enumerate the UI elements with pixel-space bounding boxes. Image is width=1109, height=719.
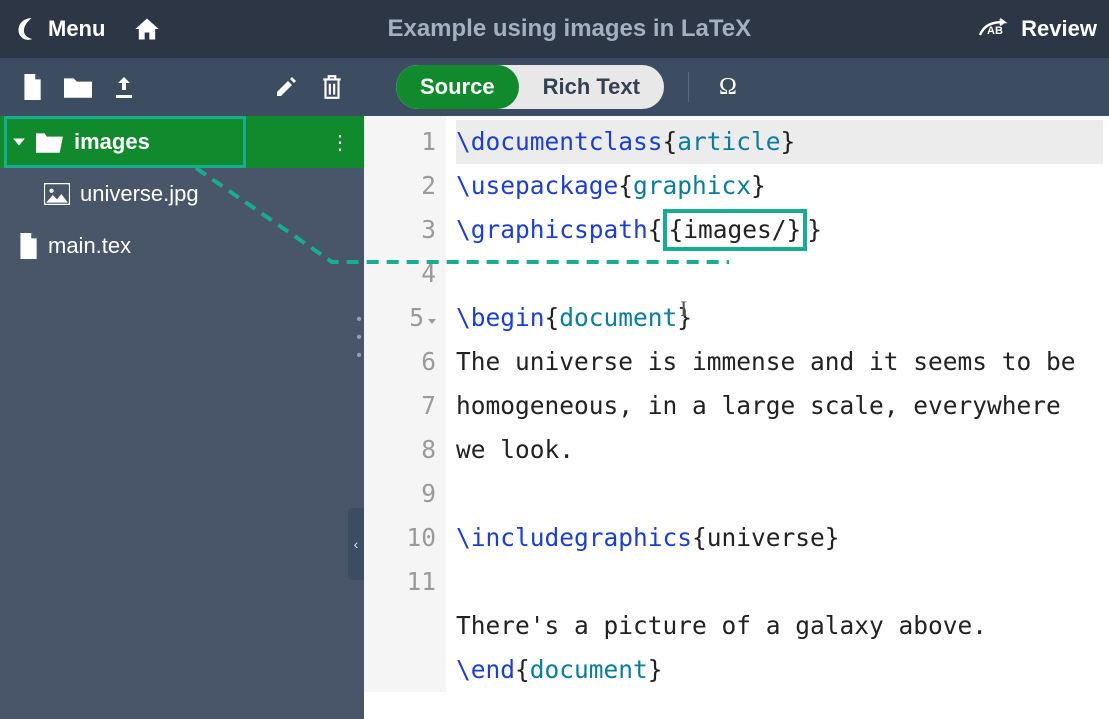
line-number-gutter: 1234567891011 [364,116,446,692]
menu-button[interactable]: Menu [12,16,105,42]
line-number: 6 [364,340,436,384]
overleaf-leaf-icon [12,16,38,42]
file-toolbar [0,58,364,116]
file-label: universe.jpg [80,181,199,207]
new-file-icon [21,74,43,100]
code-line[interactable] [456,560,1103,604]
home-icon [133,15,161,43]
source-tab[interactable]: Source [396,65,519,109]
line-number: 11 [364,560,436,604]
new-folder-icon [64,76,92,98]
delete-button[interactable] [318,73,346,101]
line-number: 3 [364,208,436,252]
code-body[interactable]: \documentclass{article}\usepackage{graph… [446,116,1109,692]
separator [688,72,689,102]
folder-children: universe.jpg [0,168,364,220]
code-line[interactable] [456,472,1103,516]
project-title: Example using images in LaTeX [161,15,977,43]
file-tree-sidebar: images ⋮ universe.jpg main.tex [0,116,364,719]
code-line[interactable]: There's a picture of a galaxy above. [456,604,1103,648]
line-number: 4 [364,252,436,296]
review-icon: AB [977,16,1011,42]
line-number: 10 [364,516,436,560]
kebab-icon: ⋮ [330,132,348,154]
file-icon [18,233,38,259]
code-line[interactable]: The universe is immense and it seems to … [456,340,1103,472]
new-file-button[interactable] [18,73,46,101]
pencil-icon [274,75,298,99]
editor-toolbar: Source Rich Text Ω [364,58,1109,116]
line-number: 7 [364,384,436,428]
upload-icon [112,75,136,99]
line-number: 5 [364,296,436,340]
folder-row-images[interactable]: images ⋮ [0,116,364,168]
line-number: 8 [364,428,436,472]
main-area: images ⋮ universe.jpg main.tex ••• ‹ 123… [0,116,1109,719]
rich-text-tab[interactable]: Rich Text [519,65,664,109]
folder-menu-button[interactable]: ⋮ [330,130,348,155]
trash-icon [321,74,343,100]
code-editor[interactable]: 1234567891011 \documentclass{article}\us… [364,116,1109,692]
folder-open-icon [36,131,64,153]
code-line[interactable]: \graphicspath{{images/}} [456,208,1103,252]
panel-resize-dots[interactable]: ••• [354,311,364,365]
new-folder-button[interactable] [64,73,92,101]
rename-button[interactable] [272,73,300,101]
folder-label: images [74,129,150,155]
chevron-down-icon [12,135,26,149]
code-line[interactable]: \begin{document} [456,296,1103,340]
upload-button[interactable] [110,73,138,101]
line-number: 1 [364,120,436,164]
code-line[interactable] [456,252,1103,296]
home-button[interactable] [133,15,161,43]
code-line[interactable]: \usepackage{graphicx} [456,164,1103,208]
file-label: main.tex [48,233,131,259]
text-caret-icon: I [680,296,687,322]
file-row-main-tex[interactable]: main.tex [0,220,364,272]
line-number: 2 [364,164,436,208]
code-line[interactable]: \includegraphics{universe} [456,516,1103,560]
top-bar: Menu Example using images in LaTeX AB Re… [0,0,1109,58]
review-button[interactable]: AB Review [977,16,1097,42]
panel-collapse-handle[interactable]: ‹ [348,508,364,580]
code-line[interactable]: \documentclass{article} [456,120,1103,164]
annotation-code-highlight: {images/} [663,209,808,251]
svg-text:AB: AB [987,25,1003,37]
code-line[interactable]: \end{document} [456,648,1103,692]
toolbar: Source Rich Text Ω [0,58,1109,116]
line-number: 9 [364,472,436,516]
review-label: Review [1021,16,1097,42]
menu-label: Menu [48,16,105,42]
image-icon [44,183,70,205]
file-row-universe-jpg[interactable]: universe.jpg [44,168,364,220]
view-mode-toggle: Source Rich Text [396,65,664,109]
editor-area: ••• ‹ 1234567891011 \documentclass{artic… [364,116,1109,719]
symbol-palette-button[interactable]: Ω [713,74,743,101]
